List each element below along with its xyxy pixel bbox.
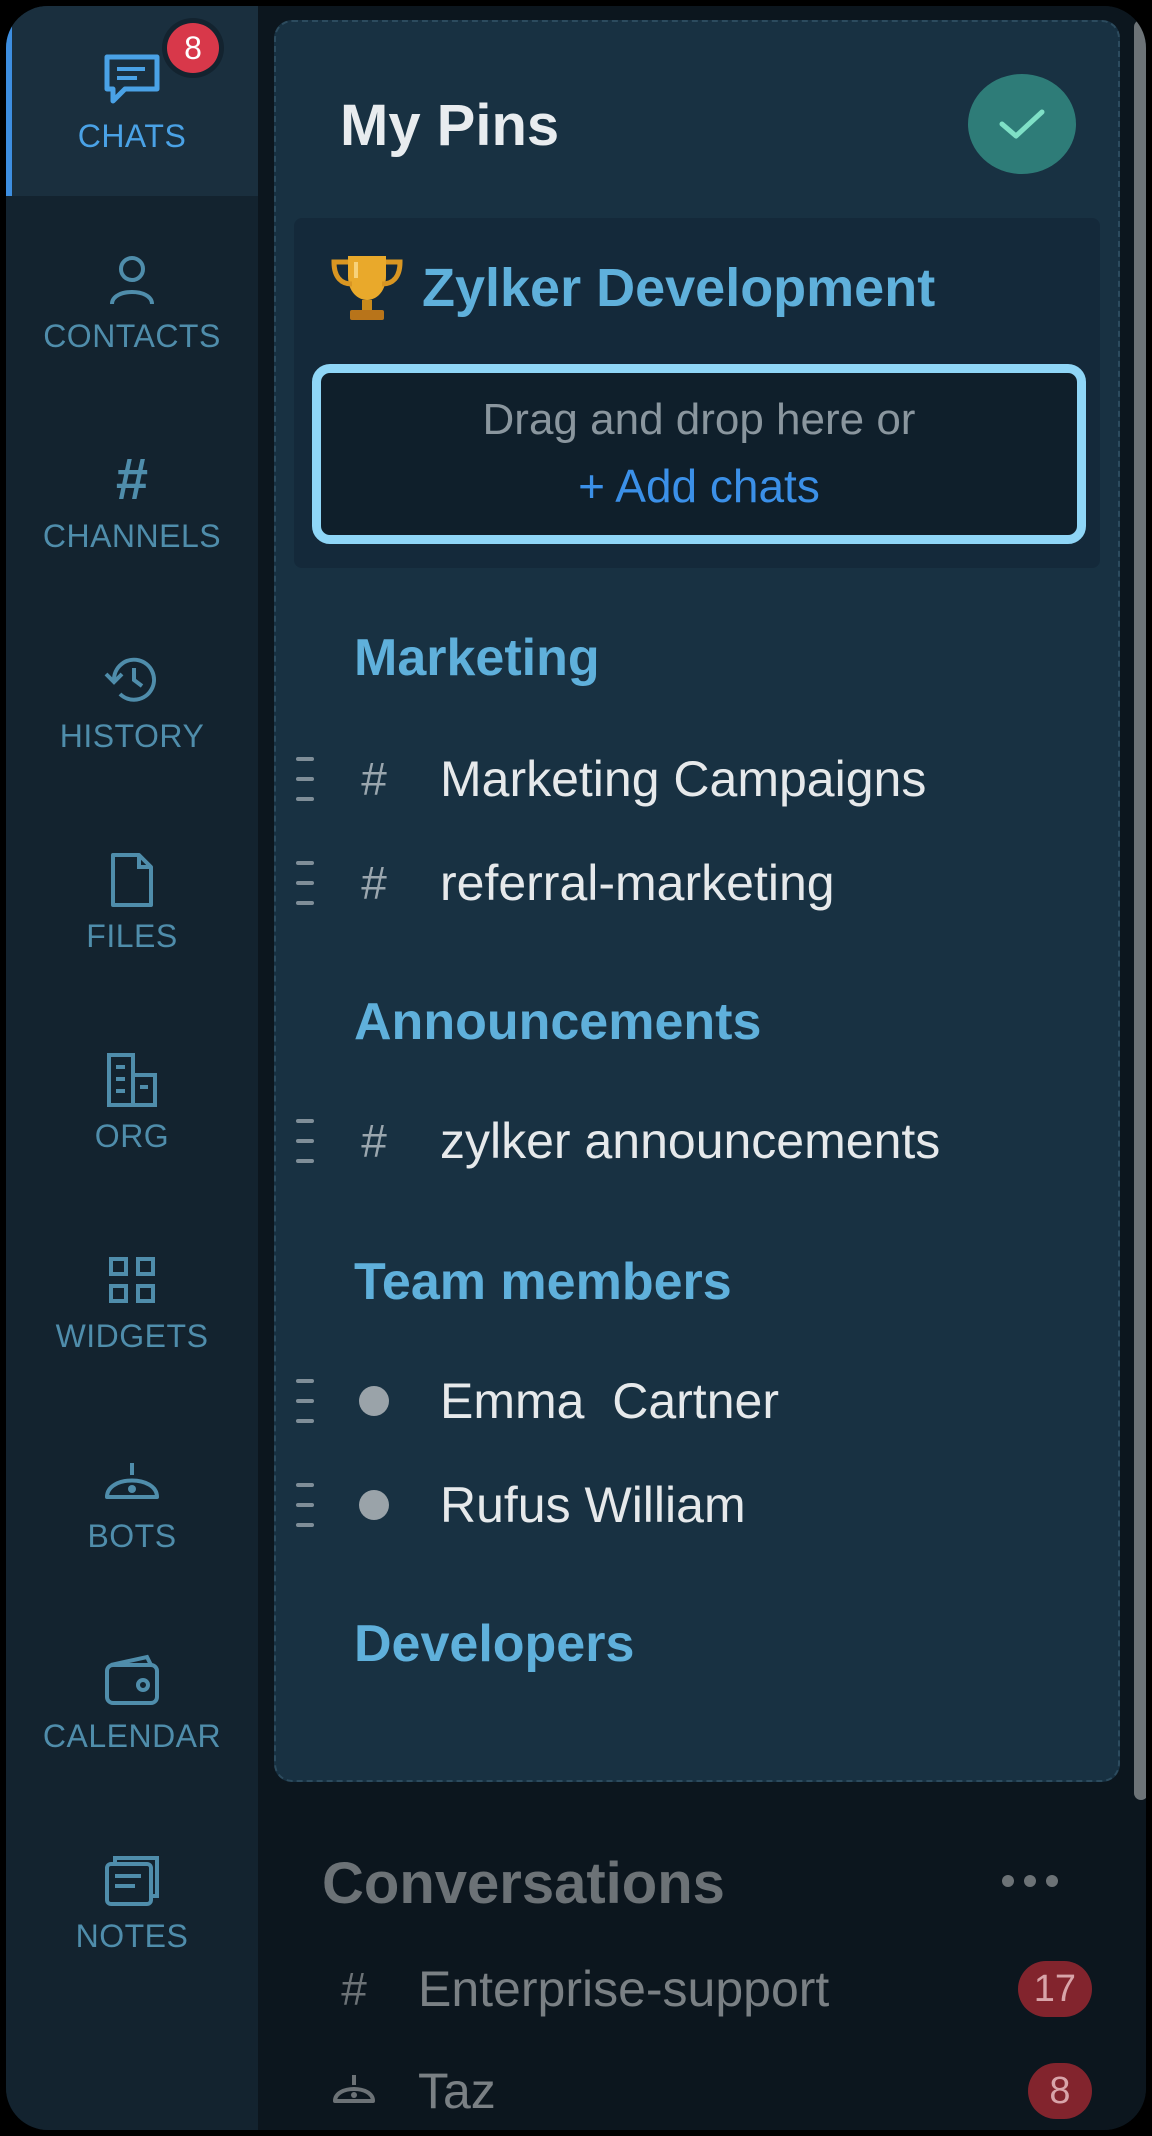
add-chats-link[interactable]: + Add chats <box>578 459 820 513</box>
nav-item-history[interactable]: HISTORY <box>6 606 258 796</box>
nav-item-files[interactable]: FILES <box>6 806 258 996</box>
drag-handle-icon[interactable] <box>296 1483 320 1527</box>
my-pins-panel: My Pins Zylker Development Drag and drop… <box>274 20 1120 1782</box>
nav-label: ORG <box>94 1117 170 1154</box>
status-dot-icon <box>359 1386 389 1416</box>
hash-icon: # <box>115 447 149 512</box>
section-title-team-members: Team members <box>354 1253 732 1311</box>
hash-icon: # <box>341 1963 367 2015</box>
pin-item[interactable]: # referral-marketing <box>296 838 1096 928</box>
pin-group-title: Zylker Development <box>328 252 935 324</box>
unread-badge: 8 <box>162 18 224 78</box>
trophy-icon <box>331 256 403 320</box>
nav-label: WIDGETS <box>55 1317 209 1354</box>
contact-icon <box>100 248 164 312</box>
nav-item-contacts[interactable]: CONTACTS <box>6 206 258 396</box>
pin-item-label: Emma Cartner <box>440 1373 779 1429</box>
nav-label: BOTS <box>87 1517 177 1554</box>
section-title-announcements: Announcements <box>354 993 762 1051</box>
nav-label: NOTES <box>75 1917 189 1954</box>
history-icon <box>100 648 164 712</box>
section-title-marketing: Marketing <box>354 629 600 687</box>
unread-count-badge: 17 <box>1017 1961 1092 2017</box>
app-window: CHATS 8 CONTACTS # CHANNELS HISTORY FILE… <box>0 0 1152 2136</box>
org-icon <box>100 1048 164 1112</box>
pin-item[interactable]: # Marketing Campaigns <box>296 734 1096 824</box>
nav-label: CHATS <box>77 117 187 154</box>
drag-handle-icon[interactable] <box>296 861 320 905</box>
nav-label: CALENDAR <box>42 1717 222 1754</box>
drop-zone[interactable]: Drag and drop here or + Add chats <box>312 364 1086 544</box>
conversation-label: Enterprise-support <box>418 1961 830 2017</box>
pin-item-label: zylker announcements <box>440 1113 941 1169</box>
nav-item-bots[interactable]: BOTS <box>6 1406 258 1596</box>
nav-label: FILES <box>86 917 178 954</box>
nav-label: HISTORY <box>59 717 205 754</box>
scrollbar[interactable] <box>1134 20 1146 1800</box>
conversation-item[interactable]: Taz 8 <box>322 2046 1092 2130</box>
page-title: My Pins <box>340 93 560 158</box>
pin-item[interactable]: Rufus William <box>296 1460 1096 1550</box>
pin-group-card: Zylker Development Drag and drop here or… <box>294 218 1100 568</box>
nav-label: CONTACTS <box>43 317 221 354</box>
status-dot-icon <box>359 1490 389 1520</box>
drop-hint: Drag and drop here or <box>482 395 916 444</box>
unread-count-badge: 8 <box>1028 2063 1092 2119</box>
drag-handle-icon[interactable] <box>296 757 320 801</box>
done-button[interactable] <box>968 74 1076 174</box>
nav-item-notes[interactable]: NOTES <box>6 1806 258 1996</box>
nav-item-calendar[interactable]: CALENDAR <box>6 1606 258 1796</box>
nav-item-widgets[interactable]: WIDGETS <box>6 1206 258 1396</box>
check-icon <box>999 109 1045 139</box>
nav-label: CHANNELS <box>42 517 222 554</box>
file-icon <box>100 848 164 912</box>
pin-item[interactable]: # zylker announcements <box>296 1096 1096 1186</box>
pin-item-label: Rufus William <box>440 1477 746 1533</box>
chat-icon <box>100 48 164 112</box>
pin-item-label: referral-marketing <box>440 855 835 911</box>
widgets-icon <box>100 1248 164 1312</box>
section-title-developers: Developers <box>354 1615 635 1673</box>
pin-group-name: Zylker Development <box>422 258 936 318</box>
bot-icon <box>100 1448 164 1512</box>
drag-handle-icon[interactable] <box>296 1379 320 1423</box>
hash-icon: # <box>361 857 387 909</box>
pin-item-label: Marketing Campaigns <box>440 751 927 807</box>
conversation-label: Taz <box>418 2063 496 2119</box>
conversations-title: Conversations <box>322 1851 725 1916</box>
more-options-icon[interactable] <box>1002 1866 1058 1896</box>
bot-icon <box>322 2064 386 2118</box>
pin-item[interactable]: Emma Cartner <box>296 1356 1096 1446</box>
nav-item-chats[interactable]: CHATS 8 <box>6 6 258 196</box>
nav-item-channels[interactable]: # CHANNELS <box>6 406 258 596</box>
hash-icon: # <box>361 1115 387 1167</box>
nav-item-org[interactable]: ORG <box>6 1006 258 1196</box>
hash-icon: # <box>361 753 387 805</box>
nav-rail: CHATS 8 CONTACTS # CHANNELS HISTORY FILE… <box>6 6 258 2130</box>
drag-handle-icon[interactable] <box>296 1119 320 1163</box>
conversation-item[interactable]: # Enterprise-support 17 <box>322 1944 1092 2034</box>
calendar-icon <box>100 1648 164 1712</box>
notes-icon <box>100 1848 164 1912</box>
